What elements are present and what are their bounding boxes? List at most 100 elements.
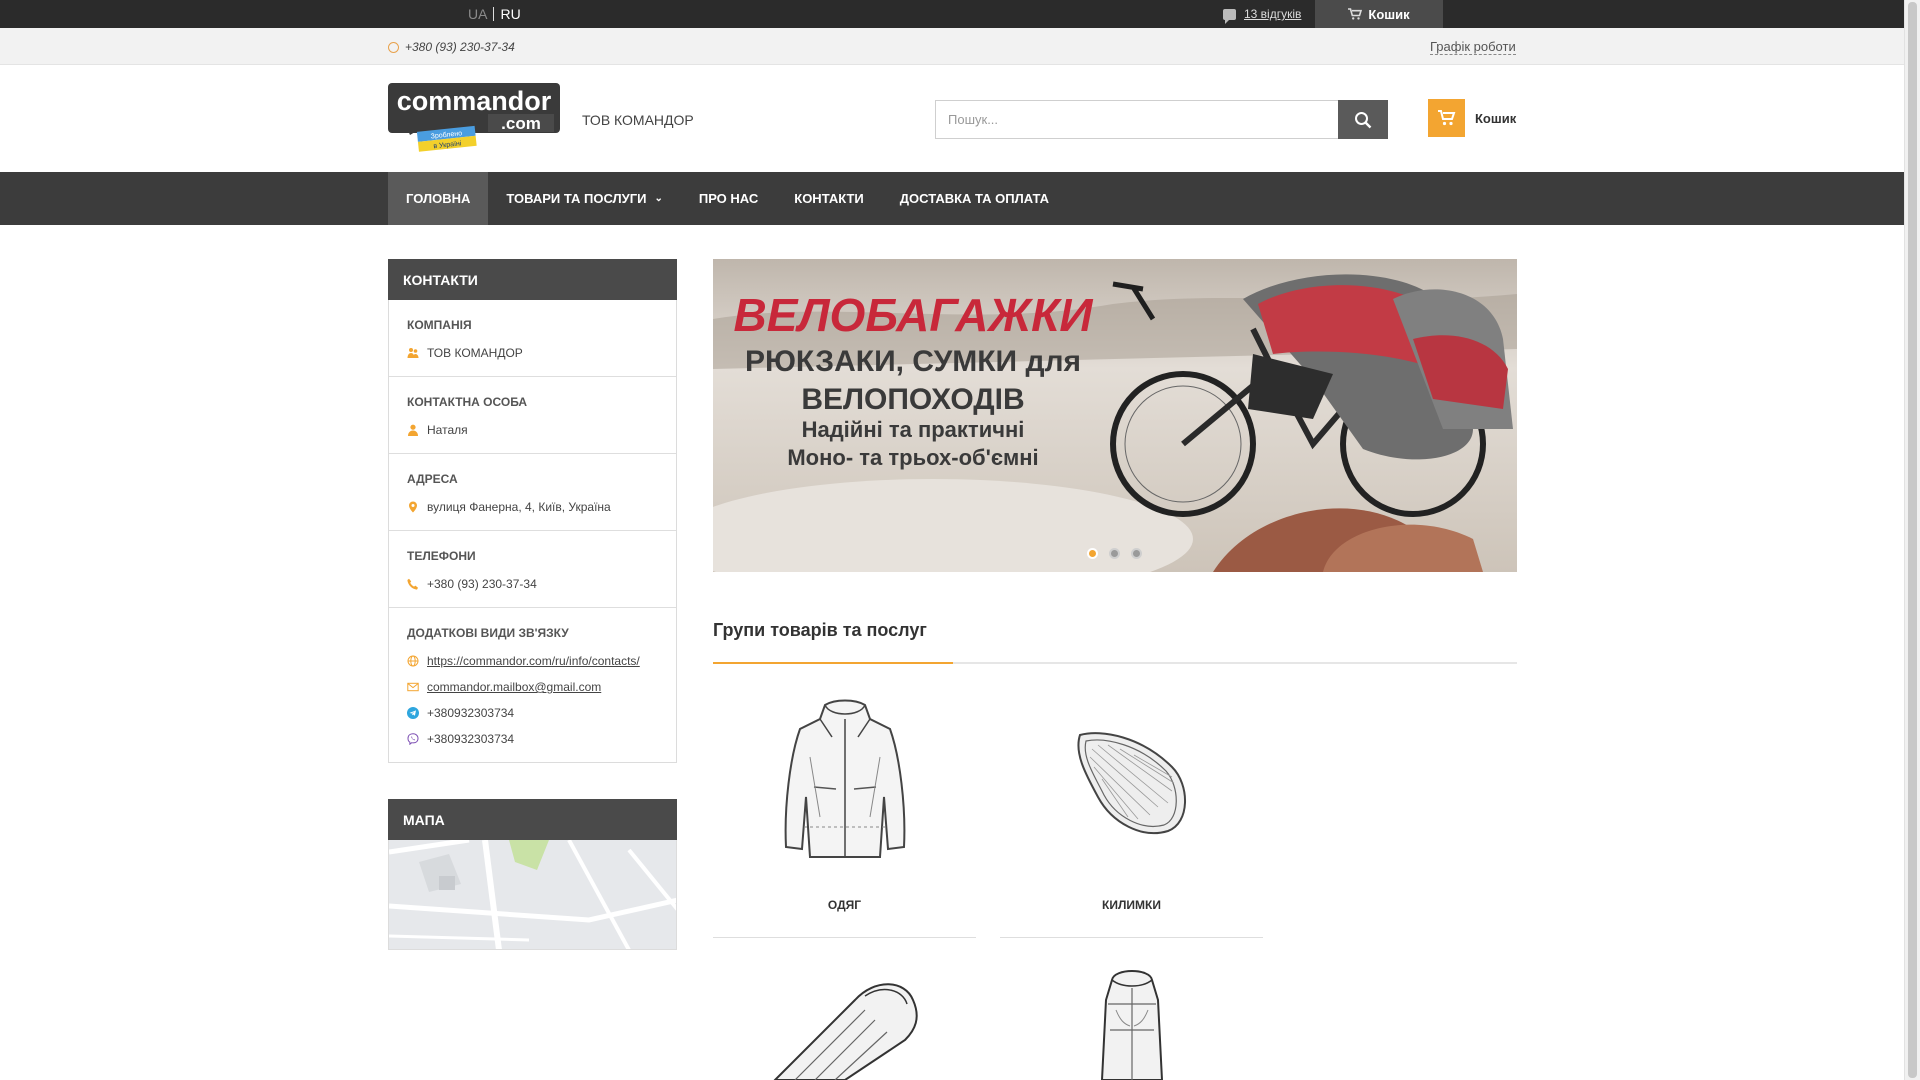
viber-icon <box>407 733 419 745</box>
map-tiles <box>389 840 676 949</box>
groups-divider <box>713 662 1517 664</box>
banner-line-2: РЮКЗАКИ, СУМКИ для <box>745 345 1081 378</box>
schedule-link[interactable]: Графік роботи <box>1430 39 1516 55</box>
cart-icon <box>1348 8 1363 20</box>
company-section: КОМПАНІЯ ТОВ КОМАНДОР <box>389 300 676 377</box>
website-link[interactable]: https://commandor.com/ru/info/contacts/ <box>427 654 640 668</box>
groups-grid: ОДЯГ КИЛИМКИ <box>713 692 1517 938</box>
shopping-cart-icon <box>1437 110 1455 126</box>
globe-icon <box>407 655 419 667</box>
person-heading: КОНТАКТНА ОСОБА <box>407 395 528 409</box>
lang-ua-link[interactable]: UA <box>468 6 487 22</box>
lang-divider <box>493 7 495 21</box>
promo-banner-image: ВЕЛОБАГАЖКИ РЮКЗАКИ, СУМКИ для ВЕЛОПОХОД… <box>713 259 1517 572</box>
user-icon <box>408 424 418 436</box>
reviews-link[interactable]: 13 відгуків <box>1244 7 1301 21</box>
mail-icon <box>407 682 419 692</box>
nav-item-contacts[interactable]: КОНТАКТИ <box>776 172 882 225</box>
company-icon <box>407 348 419 358</box>
slider-dot-1[interactable] <box>1087 548 1098 559</box>
email-link[interactable]: commandor.mailbox@gmail.com <box>427 680 601 694</box>
company-value: ТОВ КОМАНДОР <box>427 346 523 360</box>
header-phone: +380 (93) 230-37-34 <box>388 40 515 54</box>
reviews: 13 відгуків <box>1223 7 1301 24</box>
company-row: ТОВ КОМАНДОР <box>407 346 658 360</box>
nav-item-about-label: ПРО НАС <box>698 191 759 206</box>
banner-line-3: ВЕЛОПОХОДІВ <box>801 383 1024 416</box>
nav-item-products[interactable]: ТОВАРИ ТА ПОСЛУГИ ⌄ <box>488 172 680 225</box>
sidebar: КОНТАКТИ КОМПАНІЯ ТОВ КОМАНДОР КОНТАКТНА… <box>388 259 677 950</box>
group-card-backpacks[interactable] <box>1000 960 1263 1080</box>
nav-item-contacts-label: КОНТАКТИ <box>794 191 864 206</box>
address-heading: АДРЕСА <box>407 472 458 486</box>
language-switcher: UA RU <box>468 6 521 22</box>
sleeping-bag-icon <box>773 983 918 1080</box>
chevron-down-icon: ⌄ <box>654 193 663 204</box>
header: commandor .com Зроблено в Україні ТОВ КО… <box>0 65 1904 172</box>
top-bar: UA RU 13 відгуків Кошик <box>0 0 1904 28</box>
extra-heading: ДОДАТКОВІ ВИДИ ЗВ'ЯЗКУ <box>407 626 569 640</box>
group-card-sleeping-bags[interactable] <box>713 960 976 1080</box>
group-card-image <box>713 692 976 872</box>
nav-item-delivery-label: ДОСТАВКА ТА ОПЛАТА <box>899 191 1049 206</box>
page: UA RU 13 відгуків Кошик +380 (93) 230-37… <box>0 0 1904 1080</box>
sleeping-mat-icon <box>1076 732 1186 835</box>
group-card-image <box>1000 692 1263 872</box>
viber-value: +380932303734 <box>427 732 515 746</box>
main-nav: ГОЛОВНА ТОВАРИ ТА ПОСЛУГИ ⌄ ПРО НАС КОНТА… <box>0 172 1904 225</box>
phone-icon <box>388 41 399 53</box>
telegram-row: +380932303734 <box>407 706 658 720</box>
map-panel-title: МАПА <box>388 799 677 840</box>
svg-text:.com: .com <box>501 114 541 133</box>
address-section: АДРЕСА вулиця Фанерна, 4, Київ, Україна <box>389 454 676 531</box>
address-value: вулиця Фанерна, 4, Київ, Україна <box>427 500 611 514</box>
site-logo[interactable]: commandor .com Зроблено в Україні <box>388 83 560 153</box>
nav-item-home[interactable]: ГОЛОВНА <box>388 172 489 225</box>
promo-slider[interactable]: ВЕЛОБАГАЖКИ РЮКЗАКИ, СУМКИ для ВЕЛОПОХОД… <box>713 259 1517 572</box>
banner-line-4: Надійні та практичні <box>802 417 1025 442</box>
page-scrollbar[interactable] <box>1904 0 1920 1080</box>
telegram-value: +380932303734 <box>427 706 515 720</box>
slider-dot-3[interactable] <box>1131 548 1142 559</box>
phones-heading: ТЕЛЕФОНИ <box>407 549 476 563</box>
company-heading: КОМПАНІЯ <box>407 318 472 332</box>
person-row: Наталя <box>407 423 658 437</box>
logo-graphic: commandor .com Зроблено в Україні <box>388 83 560 152</box>
nav-item-delivery[interactable]: ДОСТАВКА ТА ОПЛАТА <box>882 172 1067 225</box>
contacts-panel: КОМПАНІЯ ТОВ КОМАНДОР КОНТАКТНА ОСОБА На… <box>388 300 677 763</box>
header-cart[interactable]: Кошик <box>1428 99 1516 137</box>
scrollbar-thumb[interactable] <box>1908 2 1917 1078</box>
group-card-clothing[interactable]: ОДЯГ <box>713 692 976 938</box>
phone-value: +380 (93) 230-37-34 <box>427 577 537 591</box>
nav-item-about[interactable]: ПРО НАС <box>681 172 776 225</box>
person-value: Наталя <box>427 423 468 437</box>
main-content: ВЕЛОБАГАЖКИ РЮКЗАКИ, СУМКИ для ВЕЛОПОХОД… <box>713 259 1517 1080</box>
cart-icon-box <box>1428 99 1465 137</box>
top-cart-button[interactable]: Кошик <box>1315 0 1443 28</box>
contacts-panel-title: КОНТАКТИ <box>388 259 677 300</box>
group-card-label: КИЛИМКИ <box>1102 898 1161 912</box>
jacket-icon <box>784 699 905 858</box>
search-input[interactable] <box>935 100 1338 139</box>
address-row: вулиця Фанерна, 4, Київ, Україна <box>407 500 658 514</box>
groups-heading: Групи товарів та послуг <box>713 620 927 640</box>
phone-row: +380 (93) 230-37-34 <box>407 577 658 591</box>
top-cart-label: Кошик <box>1368 6 1410 22</box>
location-map[interactable] <box>388 840 677 950</box>
lang-ru-current: RU <box>500 6 521 22</box>
phone-icon <box>407 578 418 590</box>
banner-title: ВЕЛОБАГАЖКИ <box>733 289 1093 341</box>
telegram-icon <box>407 707 419 719</box>
nav-item-products-label: ТОВАРИ ТА ПОСЛУГИ <box>506 191 647 206</box>
groups-grid-row-2 <box>713 960 1517 1080</box>
email-row: commandor.mailbox@gmail.com <box>407 680 658 694</box>
slider-dot-2[interactable] <box>1109 548 1120 559</box>
backpack-icon <box>1100 970 1163 1080</box>
group-card-mats[interactable]: КИЛИМКИ <box>1000 692 1263 938</box>
svg-text:commandor: commandor <box>397 86 552 116</box>
search-form <box>935 100 1388 139</box>
map-pin-icon <box>409 501 417 513</box>
search-button[interactable] <box>1338 100 1388 139</box>
group-card-label: ОДЯГ <box>827 898 862 912</box>
viber-row: +380932303734 <box>407 732 658 746</box>
